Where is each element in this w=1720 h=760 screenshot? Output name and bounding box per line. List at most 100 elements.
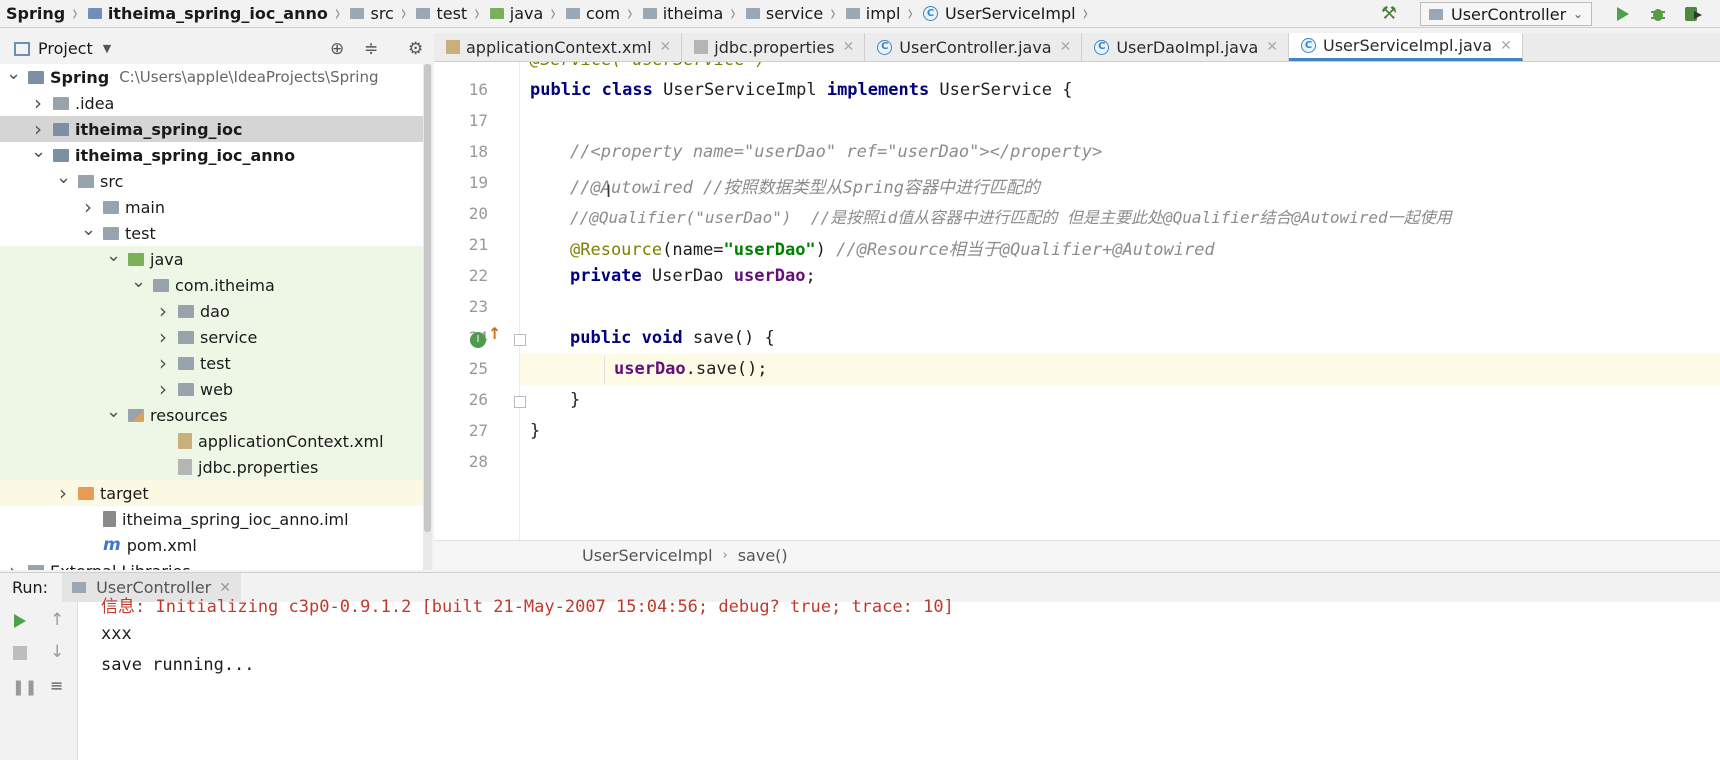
code-line-22: private UserDao userDao;	[570, 266, 816, 286]
tree-scrollbar[interactable]	[423, 64, 432, 570]
chevron-down-icon[interactable]: ⌄	[56, 167, 71, 188]
tree-item-spring[interactable]: ⌄ Spring C:\Users\apple\IdeaProjects\Sprin…	[0, 64, 432, 90]
chevron-right-icon[interactable]: ›	[156, 377, 170, 401]
chevron-right-icon[interactable]: ›	[156, 351, 170, 375]
breadcrumb-method[interactable]: save()	[738, 546, 788, 565]
stop-icon[interactable]	[13, 646, 27, 660]
breadcrumb-impl[interactable]: impl ›	[840, 0, 917, 28]
tab-userdaoimpl-java[interactable]: C UserDaoImpl.java ✕	[1082, 33, 1289, 61]
fold-icon[interactable]	[514, 334, 526, 346]
chevron-right-icon[interactable]: ›	[31, 117, 45, 141]
tree-item-label: src	[100, 171, 124, 191]
run-icon[interactable]	[1612, 4, 1632, 24]
run-configuration-selector[interactable]: UserController ⌄	[1420, 2, 1592, 26]
tree-item-src[interactable]: ⌄ src	[0, 167, 432, 194]
line-number: 23	[468, 297, 488, 316]
console-line: 信息: Initializing c3p0-0.9.1.2 [built 21-…	[101, 597, 954, 617]
chevron-down-icon[interactable]: ⌄	[6, 64, 21, 84]
line-number: 17	[468, 111, 488, 130]
tree-item-com-itheima[interactable]: ⌄ com.itheima	[0, 271, 432, 298]
scroll-up-icon[interactable]: ↑	[50, 610, 64, 630]
coverage-icon[interactable]	[1682, 4, 1704, 24]
breadcrumb-itheima-spring-ioc-anno[interactable]: itheima_spring_ioc_anno ›	[82, 0, 345, 28]
code-line-20: //@Qualifier("userDao") //是按照id值从容器中进行匹配…	[570, 208, 1452, 227]
implements-gutter-icon[interactable]: I	[470, 332, 486, 348]
tree-item-web[interactable]: › web	[0, 376, 432, 402]
locate-icon[interactable]: ⊕	[330, 39, 344, 59]
chevron-right-icon: ›	[730, 0, 736, 28]
chevron-down-icon[interactable]: ⌄	[106, 401, 121, 422]
scroll-down-icon[interactable]: ↓	[50, 642, 64, 662]
line-number: 28	[468, 452, 488, 471]
soft-wrap-icon[interactable]: ≡	[50, 676, 63, 695]
tree-item-target[interactable]: › target	[0, 480, 432, 506]
keyword: public class	[530, 80, 653, 100]
tree-item-test[interactable]: ⌄ test	[0, 219, 432, 246]
tree-item-itheima-spring-ioc[interactable]: › itheima_spring_ioc	[0, 116, 432, 142]
debug-icon[interactable]	[1648, 4, 1668, 24]
tree-item-main[interactable]: › main	[0, 194, 432, 220]
tree-item-itheima-spring-ioc-anno[interactable]: ⌄ itheima_spring_ioc_anno	[0, 141, 432, 168]
close-icon[interactable]: ✕	[1266, 39, 1278, 55]
editor-tab-bar: applicationContext.xml ✕ jdbc.properties ✕ C…	[434, 33, 1720, 62]
tree-item-label: pom.xml	[126, 535, 197, 555]
chevron-right-icon[interactable]: ›	[156, 325, 170, 349]
code-editor[interactable]: 16171819202122232425262728 @Service("use…	[434, 62, 1720, 540]
breadcrumb-spring[interactable]: Spring ›	[0, 0, 82, 28]
tab-userserviceimpl-java[interactable]: C UserServiceImpl.java ✕	[1288, 33, 1523, 61]
breadcrumb-service[interactable]: service ›	[740, 0, 840, 28]
close-icon[interactable]: ✕	[660, 39, 672, 55]
tree-item-label: jdbc.properties	[198, 457, 319, 477]
hammer-icon[interactable]: ⚒	[1378, 3, 1400, 25]
tree-item-dao[interactable]: › dao	[0, 298, 432, 324]
close-icon[interactable]: ✕	[1500, 38, 1512, 54]
folder-icon	[642, 8, 657, 19]
breadcrumb-java[interactable]: java ›	[484, 0, 560, 28]
console-output[interactable]: 信息: Initializing c3p0-0.9.1.2 [built 21-…	[78, 597, 1720, 760]
chevron-down-icon[interactable]: ⌄	[81, 219, 96, 240]
chevron-down-icon[interactable]: ⌄	[106, 245, 121, 266]
collapse-all-icon[interactable]: ≑	[364, 39, 378, 59]
indent-guide	[604, 356, 605, 384]
tree-item-service[interactable]: › service	[0, 324, 432, 350]
line-number: 26	[468, 390, 488, 409]
close-icon[interactable]: ✕	[1060, 39, 1072, 55]
tree-item-itheima-spring-ioc-anno-iml[interactable]: itheima_spring_ioc_anno.iml	[0, 506, 432, 532]
tree-item-pom-xml[interactable]: m pom.xml	[0, 532, 432, 558]
breadcrumb-class[interactable]: UserServiceImpl	[582, 546, 713, 565]
tree-item-applicationcontext-xml[interactable]: applicationContext.xml	[0, 428, 432, 454]
tree-item-label: main	[125, 197, 165, 217]
chevron-right-icon[interactable]: ›	[56, 481, 70, 505]
close-icon[interactable]: ✕	[843, 39, 855, 55]
tree-item--idea[interactable]: › .idea	[0, 90, 432, 116]
breadcrumb-com[interactable]: com ›	[560, 0, 637, 28]
chevron-down-icon[interactable]: ⌄	[131, 271, 146, 292]
rerun-icon[interactable]	[12, 612, 28, 634]
chevron-right-icon[interactable]: ›	[156, 299, 170, 323]
tree-item-jdbc-properties[interactable]: jdbc.properties	[0, 454, 432, 480]
project-title[interactable]: Project	[38, 39, 93, 58]
breadcrumb-itheima[interactable]: itheima ›	[637, 0, 740, 28]
fold-icon[interactable]	[514, 396, 526, 408]
run-config-label: UserController	[1451, 4, 1567, 24]
tab-jdbc-properties[interactable]: jdbc.properties ✕	[682, 33, 866, 61]
chevron-right-icon[interactable]: ›	[81, 195, 95, 219]
tree-item-java[interactable]: ⌄ java	[0, 245, 432, 272]
tree-item-resources[interactable]: ⌄ resources	[0, 401, 432, 428]
chevron-right-icon[interactable]: ›	[31, 91, 45, 115]
override-arrow-icon[interactable]: ↑	[488, 324, 501, 343]
breadcrumb-test[interactable]: test ›	[410, 0, 483, 28]
tab-usercontroller-java[interactable]: C UserController.java ✕	[865, 33, 1083, 61]
tree-scrollbar-thumb[interactable]	[424, 64, 431, 532]
tree-item-test[interactable]: › test	[0, 350, 432, 376]
breadcrumb-userserviceimpl[interactable]: C UserServiceImpl ›	[917, 0, 1092, 28]
gear-icon[interactable]: ⚙	[408, 39, 423, 59]
tab-applicationcontext-xml[interactable]: applicationContext.xml ✕	[434, 33, 683, 61]
chevron-down-icon[interactable]: ▼	[103, 42, 111, 55]
chevron-down-icon[interactable]: ⌄	[31, 141, 46, 162]
pause-icon[interactable]: ❚❚	[12, 678, 37, 696]
chevron-right-icon[interactable]: ›	[6, 559, 20, 570]
interface-name: UserService {	[929, 80, 1073, 100]
tree-item-external-libraries[interactable]: › External Libraries	[0, 558, 432, 570]
breadcrumb-src[interactable]: src ›	[344, 0, 410, 28]
